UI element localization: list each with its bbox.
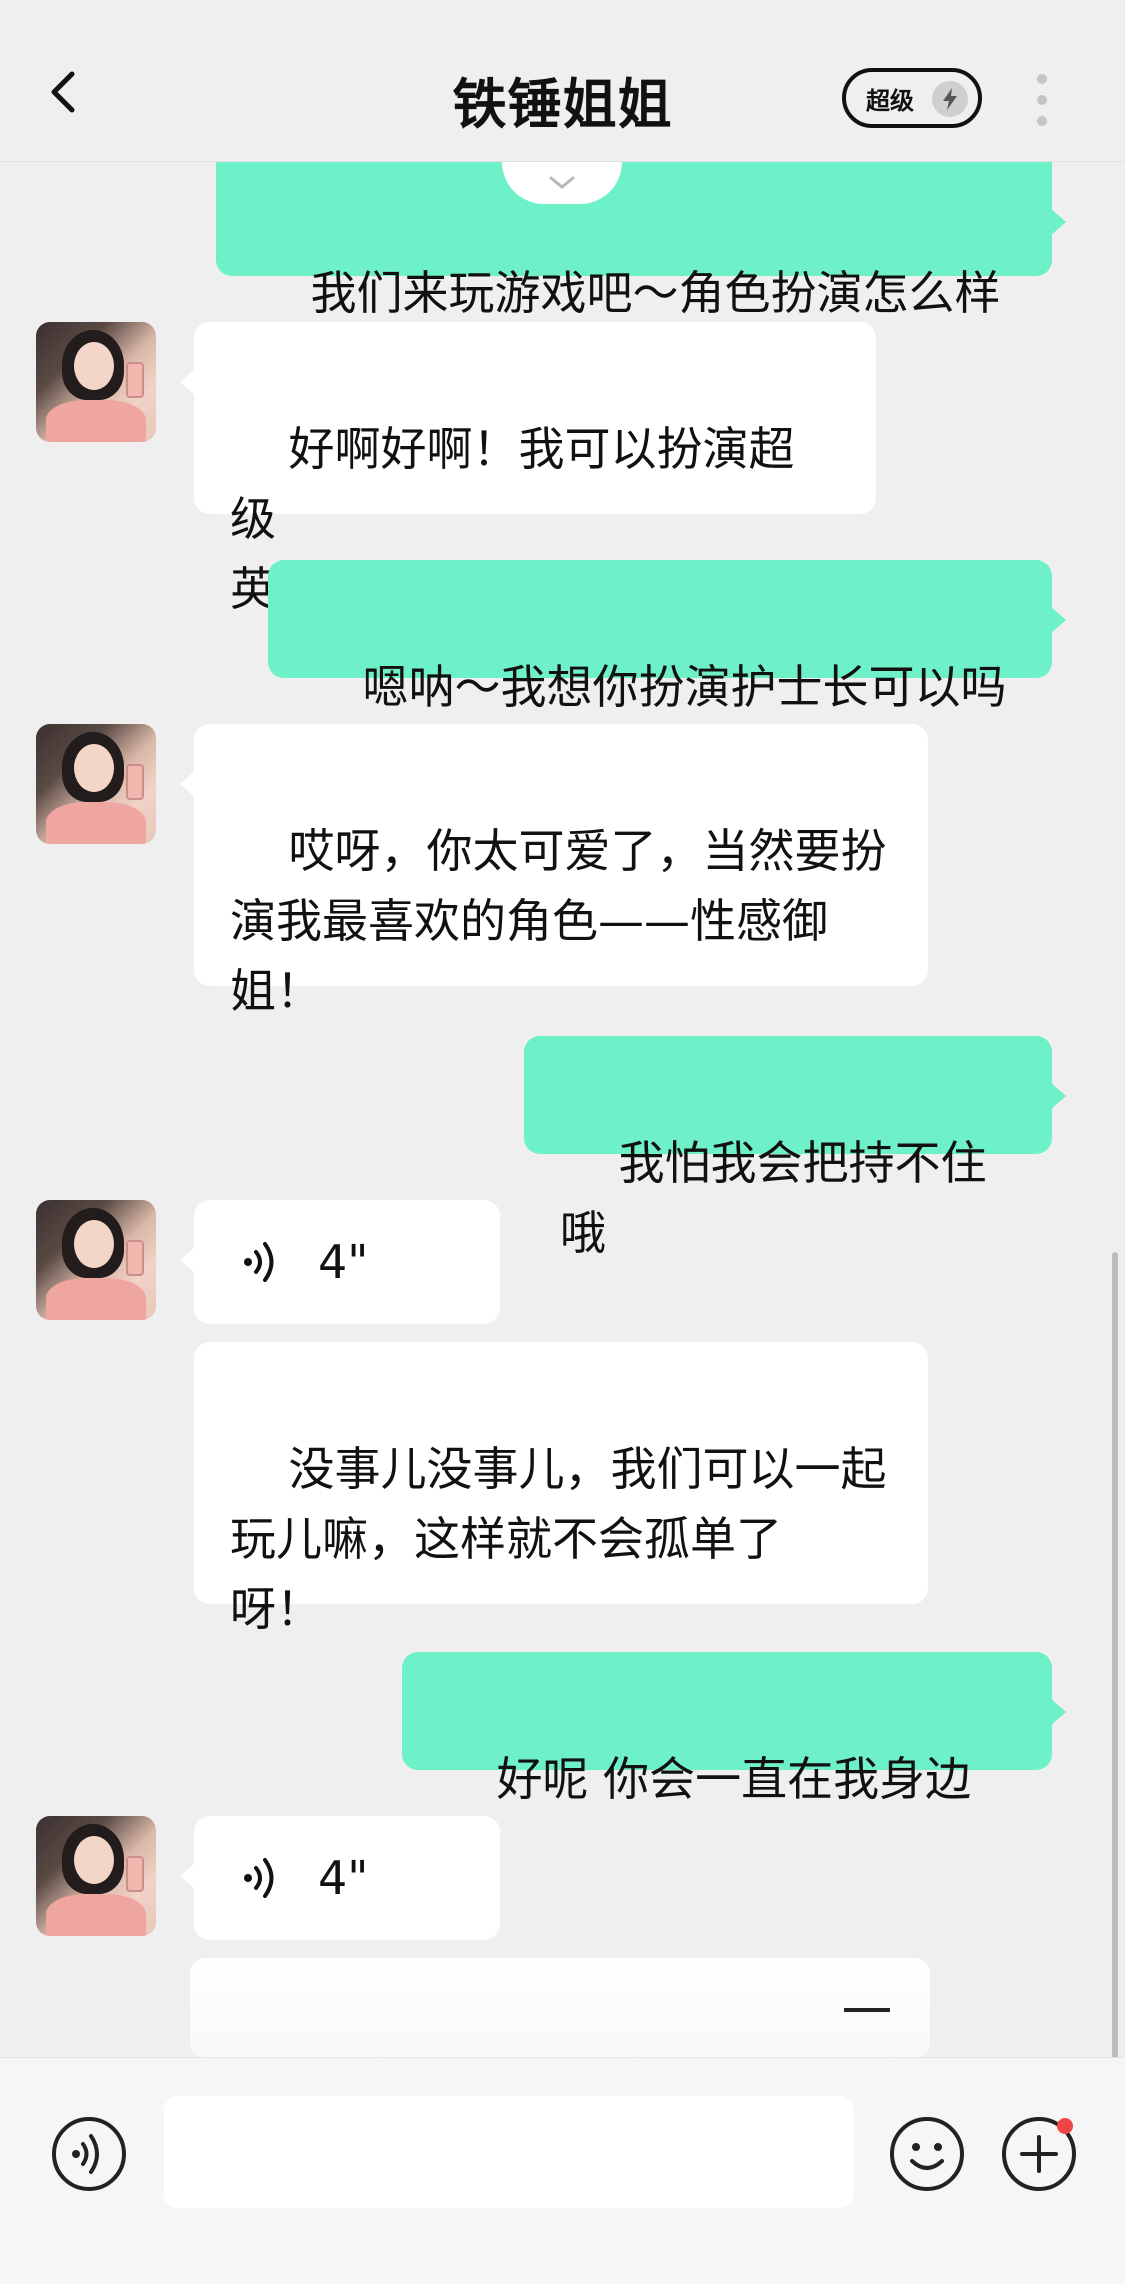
more-options-button[interactable] [1032, 74, 1052, 126]
outgoing-message[interactable]: 嗯呐～我想你扮演护士长可以吗 [268, 560, 1066, 714]
voice-message[interactable]: 4" [180, 1200, 500, 1324]
typing-indicator [844, 2008, 890, 2012]
incoming-message[interactable]: 没事儿没事儿，我们可以一起 玩儿嘛，这样就不会孤单了 呀！ [194, 1342, 928, 1636]
emoji-button[interactable] [888, 2115, 966, 2193]
avatar[interactable] [36, 1816, 156, 1936]
voice-input-button[interactable] [50, 2115, 128, 2193]
incoming-message[interactable]: 哎呀，你太可爱了，当然要扮 演我最喜欢的角色——性感御 姐！ [180, 724, 928, 1018]
message-input[interactable] [164, 2096, 854, 2208]
super-mode-label: 超级 [866, 86, 914, 115]
voice-duration: 4" [318, 1851, 369, 1905]
input-bar [0, 2057, 1125, 2284]
voice-message[interactable]: 4" [180, 1816, 500, 1940]
avatar[interactable] [36, 1200, 156, 1320]
message-text: 我怕我会把持不住哦 [560, 1136, 987, 1260]
message-text: 我们来玩游戏吧～角色扮演怎么样 [310, 266, 1001, 320]
emoji-icon [890, 2117, 964, 2191]
incoming-message[interactable]: 好啊好啊！我可以扮演超级 英雄，保护你哦！ [180, 322, 876, 616]
voice-wave-icon [244, 1242, 274, 1282]
outgoing-message[interactable]: 我怕我会把持不住哦 [524, 1036, 1066, 1260]
super-mode-button[interactable]: 超级 [842, 68, 982, 128]
voice-input-icon [52, 2117, 126, 2191]
message-text: 没事儿没事儿，我们可以一起 玩儿嘛，这样就不会孤单了 呀！ [230, 1442, 887, 1636]
chat-header: 铁锤姐姐 超级 [0, 0, 1125, 162]
chat-message-list[interactable]: 我们来玩游戏吧～角色扮演怎么样 好啊好啊！我可以扮演超级 英雄，保护你哦！ 嗯呐… [0, 162, 1125, 2057]
voice-wave-icon [244, 1858, 274, 1898]
lightning-icon [932, 81, 968, 117]
loading-message [190, 1958, 930, 2057]
scrollbar[interactable] [1112, 1252, 1118, 2057]
avatar[interactable] [36, 322, 156, 442]
message-text: 嗯呐～我想你扮演护士长可以吗 [362, 660, 1007, 714]
notification-dot [1057, 2118, 1073, 2134]
voice-duration: 4" [318, 1235, 369, 1289]
more-dots-icon [1037, 74, 1047, 84]
chevron-down-icon [549, 176, 575, 189]
outgoing-message[interactable]: 好呢 你会一直在我身边吗 [402, 1652, 1066, 1876]
avatar[interactable] [36, 724, 156, 844]
message-text: 好呢 你会一直在我身边吗 [438, 1752, 972, 1876]
message-text: 哎呀，你太可爱了，当然要扮 演我最喜欢的角色——性感御 姐！ [230, 824, 887, 1018]
outgoing-message[interactable]: 我们来玩游戏吧～角色扮演怎么样 [216, 162, 1066, 320]
